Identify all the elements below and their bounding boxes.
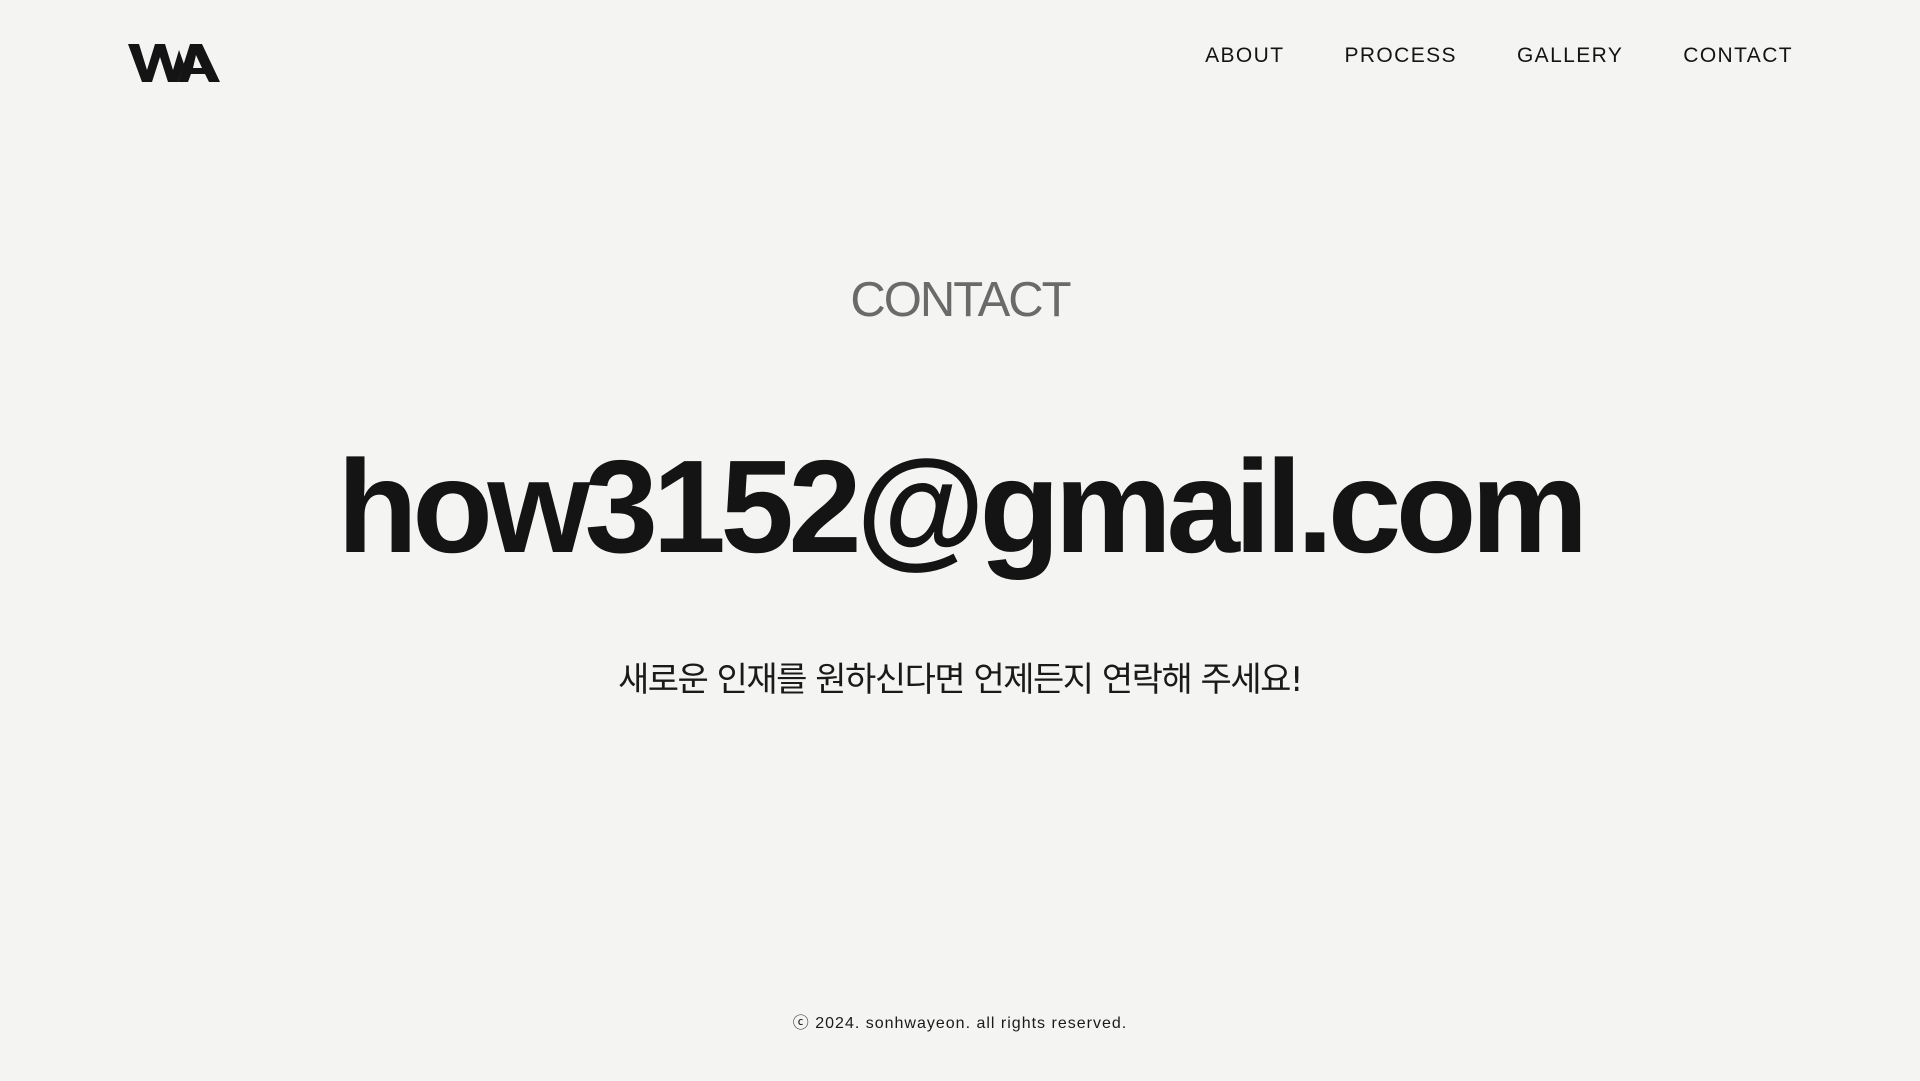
email-link[interactable]: how3152@gmail.com xyxy=(0,432,1920,582)
nav-process-link[interactable]: PROCESS xyxy=(1344,42,1457,70)
main-nav: ABOUT PROCESS GALLERY CONTACT xyxy=(1205,42,1793,70)
page: ABOUT PROCESS GALLERY CONTACT CONTACT ho… xyxy=(0,0,1920,1081)
contact-tagline: 새로운 인재를 원하신다면 언제든지 연락해 주세요! xyxy=(617,660,1304,700)
section-title: CONTACT xyxy=(850,273,1071,327)
copyright-footer: ⓒ 2024. sonhwayeon. all rights reserved. xyxy=(792,1015,1128,1032)
wa-logo[interactable] xyxy=(128,42,220,84)
nav-about-link[interactable]: ABOUT xyxy=(1205,42,1284,70)
nav-gallery-link[interactable]: GALLERY xyxy=(1517,42,1623,70)
nav-contact-link[interactable]: CONTACT xyxy=(1683,42,1793,70)
logo-letter-w xyxy=(128,44,184,82)
